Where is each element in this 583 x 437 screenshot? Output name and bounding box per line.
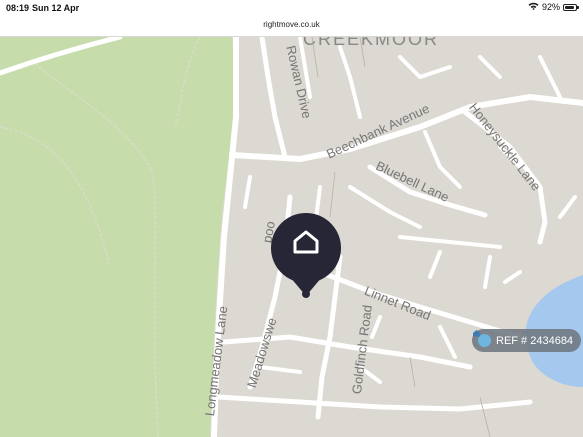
url-bar[interactable]: rightmove.co.uk [0, 16, 583, 37]
property-location-pin[interactable] [270, 212, 342, 302]
map-view[interactable]: CREEKMOOR Rowan Drive Beechbank Avenue H… [0, 37, 583, 437]
battery-icon [563, 3, 579, 11]
url-text: rightmove.co.uk [263, 20, 320, 29]
status-time: 08:19 [6, 3, 30, 13]
home-icon [473, 330, 491, 347]
wifi-icon [528, 2, 539, 12]
status-indicators: 92% [528, 2, 579, 12]
park-area [0, 37, 236, 437]
status-bar: 08:19 Sun 12 Apr 92% [0, 0, 583, 16]
battery-percent: 92% [541, 2, 560, 12]
pin-location-dot [302, 290, 310, 298]
status-date: Sun 12 Apr [32, 3, 80, 13]
ref-text: REF # 2434684 [496, 334, 574, 347]
pin-shape [270, 213, 342, 296]
battery-level-fill [565, 5, 575, 9]
ref-badge: REF # 2434684 [472, 329, 582, 352]
area-label: CREEKMOOR [303, 37, 440, 49]
